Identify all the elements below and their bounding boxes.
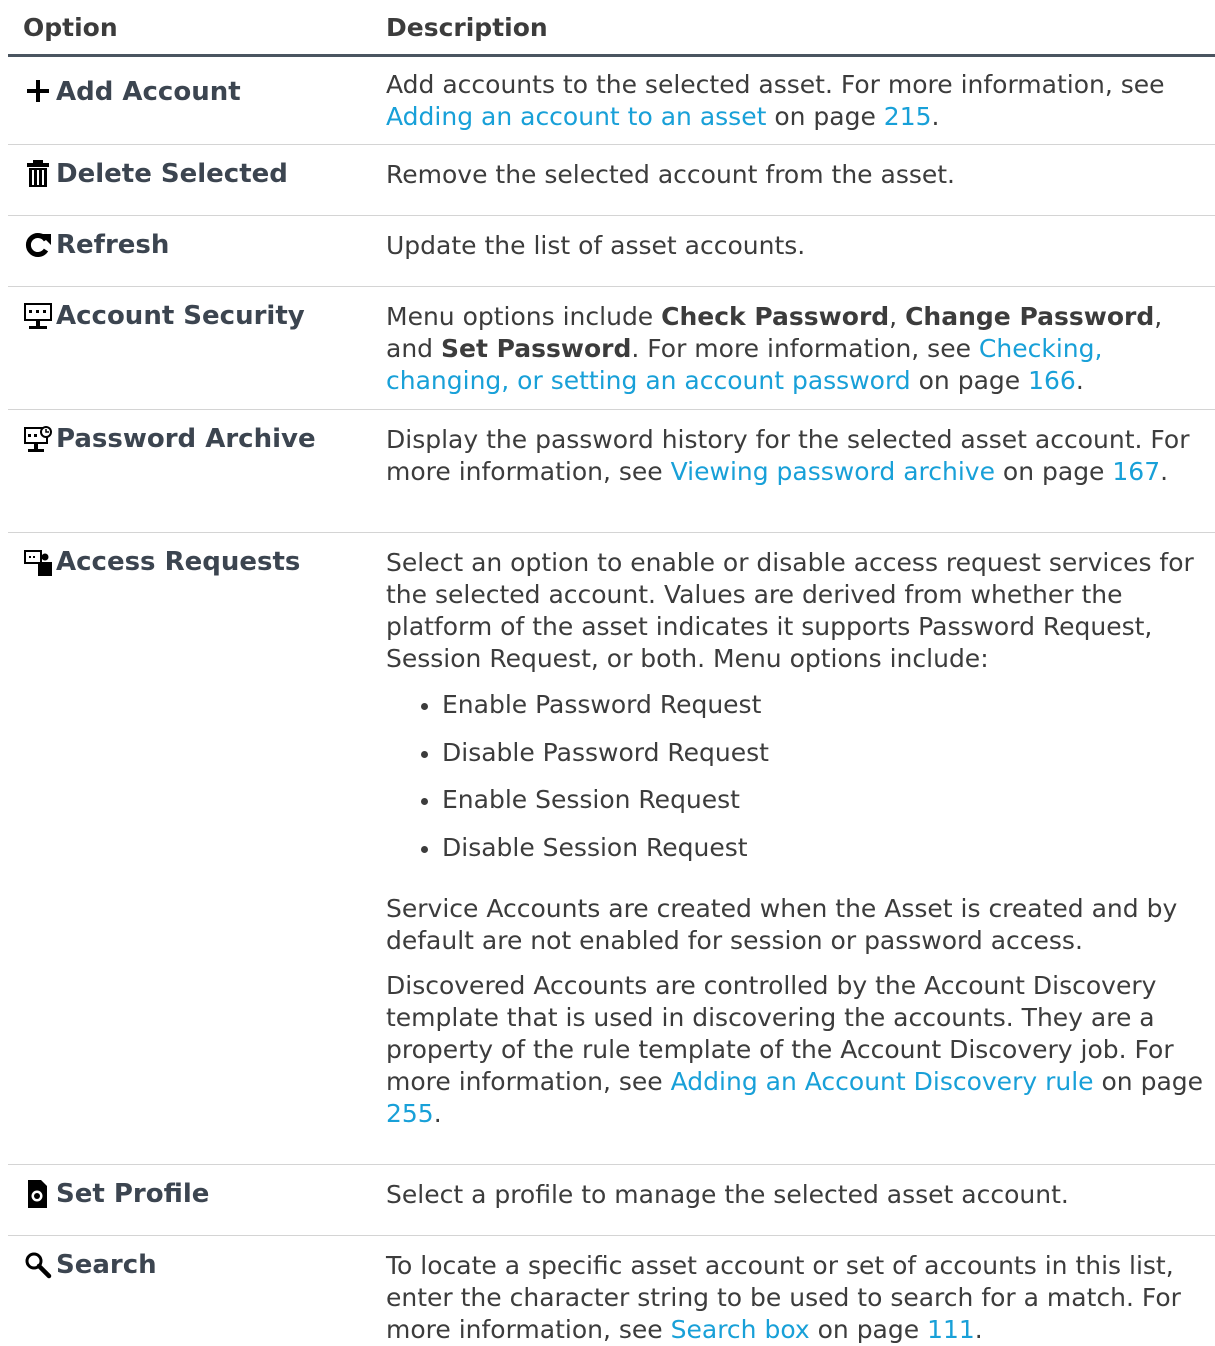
table-header: Option Description (8, 0, 1215, 57)
monitor-archive-icon (23, 424, 53, 454)
page-link[interactable]: 255 (386, 1099, 434, 1128)
cross-reference-link[interactable]: Adding an account to an asset (386, 102, 766, 131)
discovered-accounts-note: Discovered Accounts are controlled by th… (386, 971, 1204, 1128)
option-description: To locate a specific asset account or se… (386, 1251, 1181, 1344)
search-option[interactable]: Search (23, 1250, 386, 1280)
plus-icon (23, 77, 53, 107)
table-row: Password Archive Display the password hi… (8, 410, 1215, 533)
set-profile-option[interactable]: Set Profile (23, 1179, 386, 1209)
table-row: Set Profile Select a profile to manage t… (8, 1165, 1215, 1236)
description-column-header: Description (386, 12, 548, 42)
option-label: Add Account (56, 77, 241, 107)
refresh-option[interactable]: Refresh (23, 230, 386, 260)
table-row: Account Security Menu options include Ch… (8, 287, 1215, 410)
option-description: Select a profile to manage the selected … (386, 1180, 1069, 1209)
menu-options-list: Enable Password Request Disable Password… (386, 689, 1207, 879)
option-description: Display the password history for the sel… (386, 425, 1190, 486)
add-account-option[interactable]: Add Account (23, 77, 386, 107)
refresh-icon (23, 230, 53, 260)
access-request-icon (23, 547, 53, 577)
option-description: Add accounts to the selected asset. For … (386, 70, 1165, 131)
cross-reference-link[interactable]: Viewing password archive (671, 457, 995, 486)
cross-reference-link[interactable]: Search box (671, 1315, 810, 1344)
option-description: Update the list of asset accounts. (386, 231, 806, 260)
option-label: Refresh (56, 230, 170, 260)
table-row: Search To locate a specific asset accoun… (8, 1236, 1215, 1346)
option-description: Select an option to enable or disable ac… (386, 548, 1194, 673)
table-row: Access Requests Select an option to enab… (8, 533, 1215, 1165)
option-label: Search (56, 1250, 157, 1280)
table-row: Delete Selected Remove the selected acco… (8, 145, 1215, 216)
page-link[interactable]: 111 (927, 1315, 975, 1344)
trash-icon (23, 159, 53, 189)
account-security-option[interactable]: Account Security (23, 301, 386, 331)
table-row: Add Account Add accounts to the selected… (8, 57, 1215, 145)
list-item: Disable Password Request (421, 737, 1207, 785)
service-accounts-note: Service Accounts are created when the As… (386, 894, 1178, 955)
option-label: Password Archive (56, 424, 316, 454)
option-description: Remove the selected account from the ass… (386, 160, 955, 189)
page-link[interactable]: 215 (884, 102, 932, 131)
option-label: Account Security (56, 301, 305, 331)
delete-selected-option[interactable]: Delete Selected (23, 159, 386, 189)
option-column-header: Option (23, 12, 118, 42)
option-label: Delete Selected (56, 159, 288, 189)
option-label: Set Profile (56, 1179, 210, 1209)
monitor-password-icon (23, 301, 53, 331)
option-description: Menu options include Check Password, Cha… (386, 302, 1163, 395)
page-link[interactable]: 167 (1112, 457, 1160, 486)
list-item: Enable Password Request (421, 689, 1207, 737)
list-item: Disable Session Request (421, 832, 1207, 880)
password-archive-option[interactable]: Password Archive (23, 424, 386, 454)
list-item: Enable Session Request (421, 784, 1207, 832)
options-table: Option Description Add Account Add accou… (8, 0, 1215, 1346)
profile-icon (23, 1179, 53, 1209)
cross-reference-link[interactable]: Adding an Account Discovery rule (671, 1067, 1094, 1096)
access-requests-option[interactable]: Access Requests (23, 547, 386, 577)
page-link[interactable]: 166 (1028, 366, 1076, 395)
option-label: Access Requests (56, 547, 301, 577)
search-icon (23, 1250, 53, 1280)
table-row: Refresh Update the list of asset account… (8, 216, 1215, 287)
